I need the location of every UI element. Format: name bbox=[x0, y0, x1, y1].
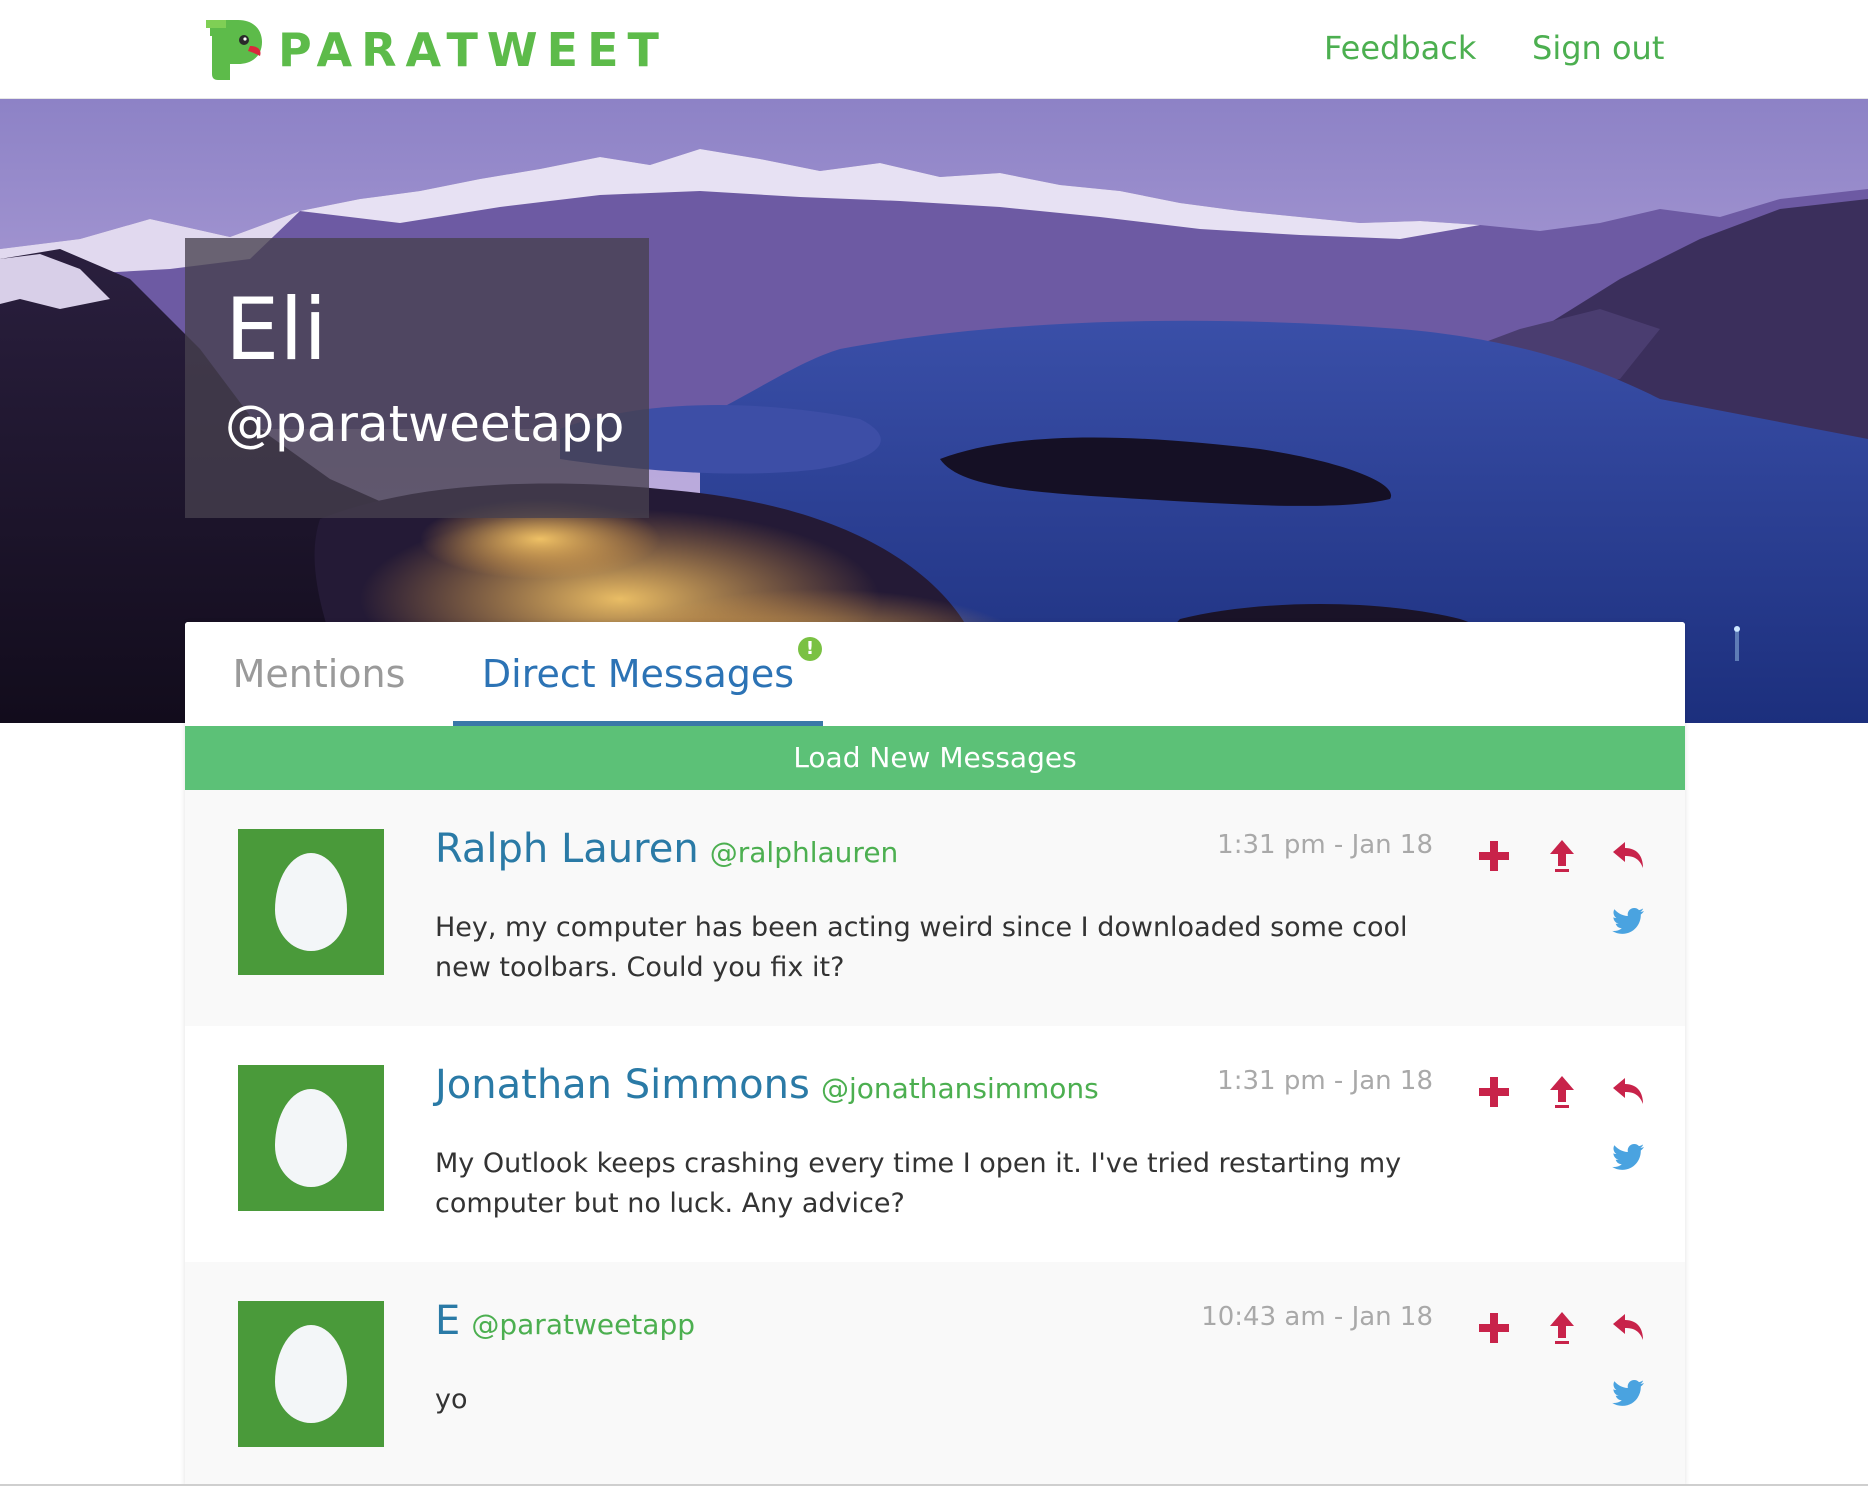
message-item: E @paratweetapp 10:43 am - Jan 18 yo bbox=[185, 1262, 1685, 1486]
message-header: E @paratweetapp bbox=[435, 1298, 695, 1344]
plus-icon[interactable] bbox=[1476, 1310, 1512, 1346]
message-item: Ralph Lauren @ralphlauren 1:31 pm - Jan … bbox=[185, 790, 1685, 1026]
egg-avatar-icon[interactable] bbox=[238, 829, 384, 975]
arrow-up-icon[interactable] bbox=[1544, 1310, 1580, 1346]
tab-bar: Mentions Direct Messages ! bbox=[185, 622, 1685, 726]
plus-icon[interactable] bbox=[1476, 838, 1512, 874]
message-body: My Outlook keeps crashing every time I o… bbox=[435, 1148, 1402, 1219]
alert-icon: ! bbox=[798, 637, 822, 661]
message-body: yo bbox=[435, 1384, 468, 1415]
arrow-up-icon[interactable] bbox=[1544, 1074, 1580, 1110]
message-list: Ralph Lauren @ralphlauren 1:31 pm - Jan … bbox=[185, 790, 1685, 1486]
brand-home-link[interactable]: PARATWEET bbox=[204, 18, 668, 82]
message-timestamp: 1:31 pm - Jan 18 bbox=[1217, 1066, 1433, 1096]
message-timestamp: 1:31 pm - Jan 18 bbox=[1217, 830, 1433, 860]
sender-name[interactable]: E bbox=[435, 1298, 460, 1344]
profile-card: Eli @paratweetapp bbox=[185, 238, 649, 518]
feedback-link[interactable]: Feedback bbox=[1324, 26, 1476, 70]
message-item: Jonathan Simmons @jonathansimmons 1:31 p… bbox=[185, 1026, 1685, 1262]
message-timestamp: 10:43 am - Jan 18 bbox=[1201, 1302, 1433, 1332]
twitter-bird-icon[interactable] bbox=[1611, 902, 1647, 938]
brand-name: PARATWEET bbox=[278, 23, 668, 77]
sender-handle[interactable]: @jonathansimmons bbox=[821, 1072, 1099, 1105]
egg-avatar-icon[interactable] bbox=[238, 1301, 384, 1447]
parrot-logo-icon bbox=[206, 20, 262, 80]
profile-handle: @paratweetapp bbox=[225, 395, 625, 453]
sender-name[interactable]: Jonathan Simmons bbox=[435, 1062, 810, 1108]
signout-link[interactable]: Sign out bbox=[1532, 26, 1664, 70]
profile-name: Eli bbox=[225, 280, 328, 380]
load-new-messages-button[interactable]: Load New Messages bbox=[185, 726, 1685, 790]
reply-icon[interactable] bbox=[1611, 1310, 1647, 1346]
sender-handle[interactable]: @paratweetapp bbox=[471, 1308, 695, 1341]
reply-icon[interactable] bbox=[1611, 838, 1647, 874]
tab-mentions[interactable]: Mentions bbox=[185, 622, 453, 726]
sender-name[interactable]: Ralph Lauren bbox=[435, 826, 699, 872]
arrow-up-icon[interactable] bbox=[1544, 838, 1580, 874]
tab-direct-messages-label: Direct Messages bbox=[481, 652, 795, 696]
tab-direct-messages[interactable]: Direct Messages bbox=[453, 622, 823, 726]
plus-icon[interactable] bbox=[1476, 1074, 1512, 1110]
message-header: Ralph Lauren @ralphlauren bbox=[435, 826, 898, 872]
message-header: Jonathan Simmons @jonathansimmons bbox=[435, 1062, 1099, 1108]
top-navbar: PARATWEET Feedback Sign out bbox=[0, 0, 1868, 99]
messages-panel: Mentions Direct Messages ! Load New Mess… bbox=[185, 622, 1685, 1486]
twitter-bird-icon[interactable] bbox=[1611, 1138, 1647, 1174]
sender-handle[interactable]: @ralphlauren bbox=[710, 836, 899, 869]
twitter-bird-icon[interactable] bbox=[1611, 1374, 1647, 1410]
message-body: Hey, my computer has been acting weird s… bbox=[435, 912, 1408, 983]
reply-icon[interactable] bbox=[1611, 1074, 1647, 1110]
egg-avatar-icon[interactable] bbox=[238, 1065, 384, 1211]
